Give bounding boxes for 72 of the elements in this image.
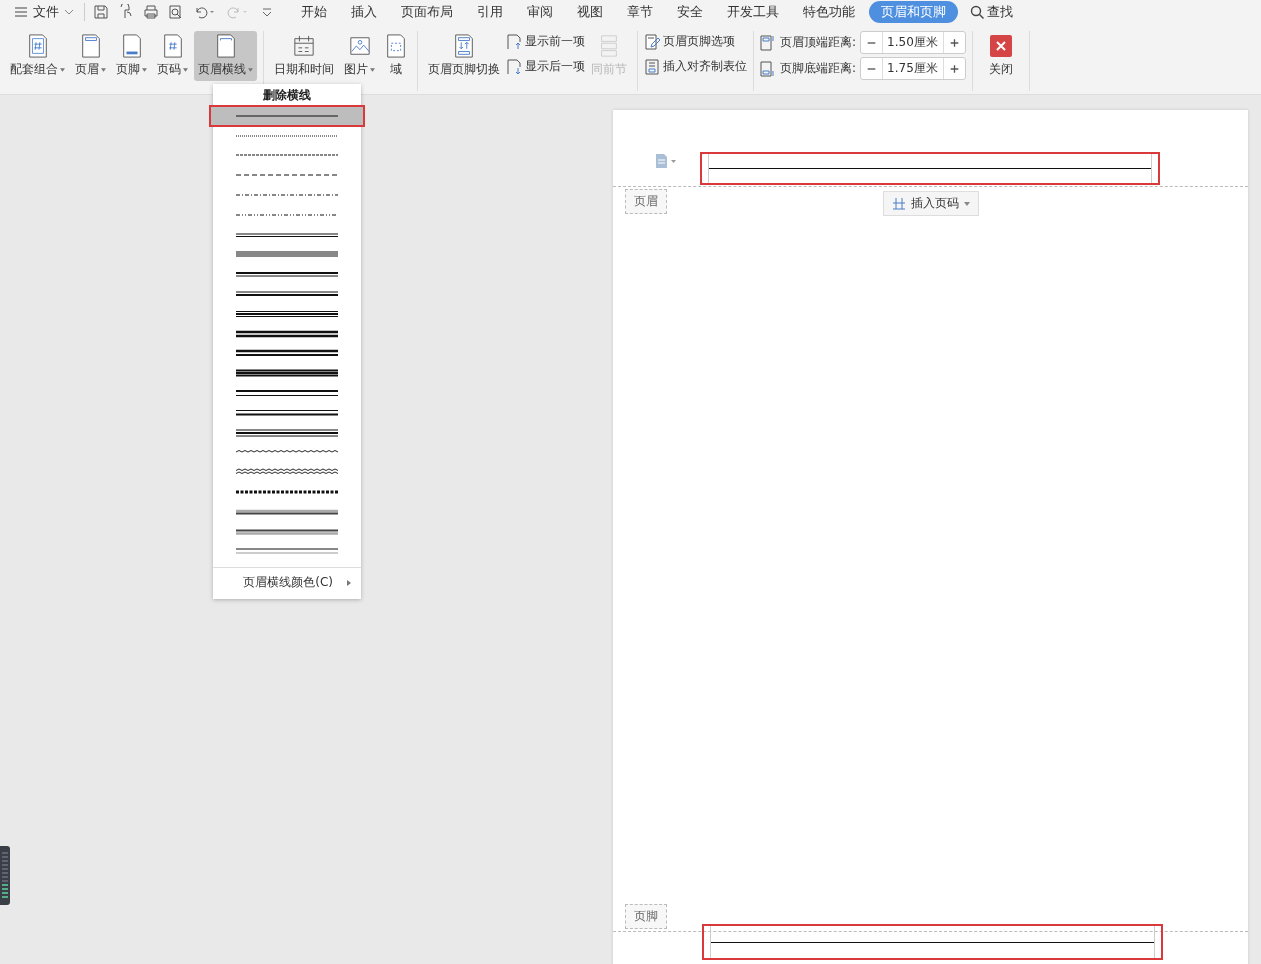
ribbon-button[interactable]: 图片 — [340, 31, 379, 81]
ribbon-button[interactable]: 页眉横线 — [194, 31, 257, 81]
distance-spinner[interactable]: 1.50厘米 — [860, 31, 967, 54]
print-icon[interactable] — [143, 4, 159, 20]
footer-margin-icon — [760, 60, 776, 77]
ribbon-tab[interactable]: 开始 — [291, 1, 337, 23]
page-edit-icon — [644, 33, 660, 50]
format-painter-icon[interactable] — [118, 4, 134, 20]
level-meter-icon — [2, 850, 8, 901]
caret-icon — [370, 67, 375, 72]
menu-icon — [14, 6, 28, 18]
save-icon[interactable] — [93, 4, 109, 20]
stacked-pages-icon — [598, 34, 620, 58]
ribbon-tab[interactable]: 章节 — [617, 1, 663, 23]
ribbon-tab[interactable]: 引用 — [467, 1, 513, 23]
close-icon — [990, 34, 1013, 58]
caret-icon — [183, 67, 188, 72]
footer-tag: 页脚 — [625, 904, 667, 929]
ribbon-tab[interactable]: 插入 — [341, 1, 387, 23]
caret-icon — [142, 67, 147, 72]
ribbon-tab[interactable]: 视图 — [567, 1, 613, 23]
caret-icon — [248, 67, 253, 72]
distance-label: 页脚底端距离: — [780, 60, 857, 77]
distance-spinner[interactable]: 1.75厘米 — [860, 57, 967, 80]
page-up-arrow-icon — [506, 33, 522, 50]
option-button[interactable]: 页眉页脚选项 — [644, 32, 747, 51]
document-icon — [120, 34, 143, 58]
file-menu[interactable]: 文件 — [14, 3, 74, 21]
insert-page-number-button[interactable]: 插入页码 — [882, 191, 979, 216]
print-preview-icon[interactable] — [168, 4, 184, 20]
picture-icon — [348, 34, 371, 58]
header-margin-icon — [760, 34, 776, 51]
document-icon — [161, 34, 184, 58]
line-color-item[interactable]: 页眉横线颜色(C) — [213, 570, 361, 596]
distance-label: 页眉顶端距离: — [780, 34, 857, 51]
ribbon-button[interactable]: 配套组合 — [6, 31, 69, 81]
ribbon-tab[interactable]: 特色功能 — [793, 1, 865, 23]
header-tag: 页眉 — [625, 189, 667, 214]
ribbon-button[interactable]: 域 — [381, 31, 411, 81]
search-icon — [970, 4, 985, 20]
ribbon-tab[interactable]: 审阅 — [517, 1, 563, 23]
caret-icon — [60, 67, 65, 72]
document-icon — [214, 34, 237, 58]
remove-line-item[interactable]: 删除横线 — [213, 84, 361, 106]
switch-header-footer-button[interactable]: 页眉页脚切换 — [424, 31, 504, 81]
navigation-button[interactable]: 显示后一项 — [506, 57, 585, 76]
field-icon — [385, 34, 407, 58]
caret-icon — [963, 201, 970, 206]
ribbon-tab[interactable]: 页面布局 — [391, 1, 463, 23]
ribbon-tab[interactable]: 开发工具 — [717, 1, 789, 23]
document-icon — [79, 34, 102, 58]
caret-icon — [101, 67, 106, 72]
submenu-arrow-icon — [347, 579, 351, 586]
undo-icon[interactable] — [193, 4, 217, 20]
document-icon — [26, 34, 49, 58]
tab-stop-icon — [644, 58, 660, 75]
search-button[interactable]: 查找 — [970, 3, 1013, 21]
ribbon-button[interactable]: 页码 — [153, 31, 192, 81]
ribbon-button[interactable]: 页眉 — [71, 31, 110, 81]
option-button[interactable]: 插入对齐制表位 — [644, 57, 747, 76]
ribbon-tab[interactable]: 安全 — [667, 1, 713, 23]
navigation-button[interactable]: 显示前一项 — [506, 32, 585, 51]
switch-icon — [453, 34, 475, 58]
header-line-area[interactable] — [708, 154, 1152, 183]
ribbon-button[interactable]: 页脚 — [112, 31, 151, 81]
ribbon-button[interactable]: 日期和时间 — [270, 31, 338, 81]
calendar-icon — [293, 34, 315, 58]
side-panel-handle[interactable] — [0, 846, 10, 905]
page-down-arrow-icon — [506, 58, 522, 75]
close-button[interactable]: 关闭 — [979, 31, 1024, 81]
page-number-icon — [891, 197, 906, 210]
chevron-icon — [64, 9, 74, 15]
